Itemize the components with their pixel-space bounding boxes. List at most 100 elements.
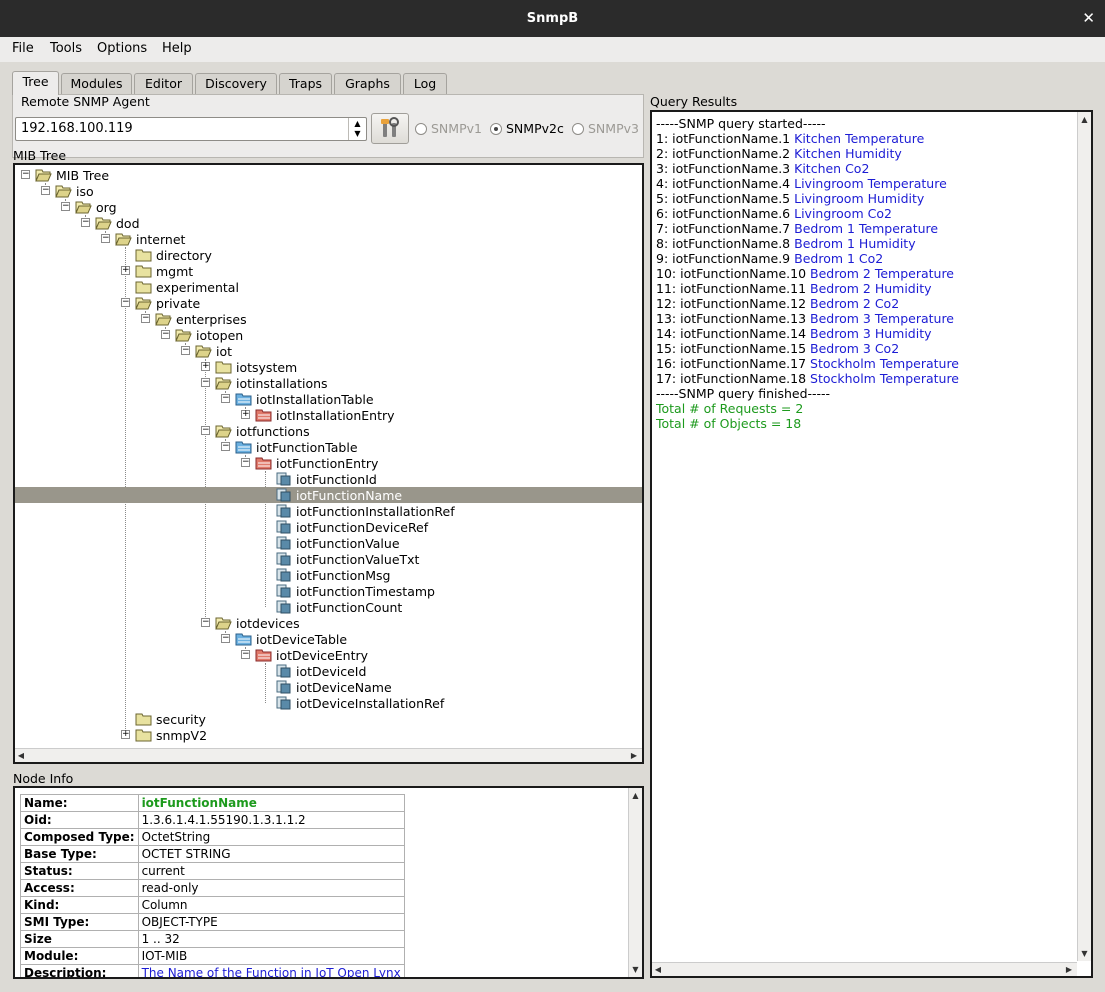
tree-node[interactable]: iotFunctionId [15,471,642,487]
collapse-icon[interactable]: − [201,618,210,627]
collapse-icon[interactable]: − [241,650,250,659]
tree-node[interactable]: iotFunctionName [15,487,642,503]
mib-tree-view[interactable]: − MIB Tree − iso − org − dod − internet directory +… [13,163,644,764]
results-hscrollbar[interactable]: ◀ ▶ [652,962,1077,976]
node-info-row: SMI Type: OBJECT-TYPE [20,913,405,931]
tree-node[interactable]: iotFunctionMsg [15,567,642,583]
tree-node[interactable]: − iot [15,343,642,359]
tree-node-label: private [156,296,201,311]
radio-snmpv2c[interactable]: SNMPv2c [490,121,564,136]
tree-node[interactable]: iotDeviceId [15,663,642,679]
tree-node[interactable]: security [15,711,642,727]
node-info-vscrollbar[interactable]: ▲ ▼ [628,788,642,977]
scroll-up-icon[interactable]: ▲ [1078,114,1091,126]
agent-address-combobox[interactable]: 192.168.100.119 ▲ ▼ [15,117,367,141]
folder-icon [135,711,152,726]
mib-tree-hscrollbar[interactable]: ◀ ▶ [15,748,642,762]
collapse-icon[interactable]: − [41,186,50,195]
node-info-row: Base Type: OCTET STRING [20,845,405,863]
tree-node[interactable]: iotFunctionInstallationRef [15,503,642,519]
folder-open-icon [35,167,52,182]
radio-snmpv1[interactable]: SNMPv1 [415,121,482,136]
tree-node[interactable]: experimental [15,279,642,295]
scroll-down-icon[interactable]: ▼ [629,964,642,976]
collapse-icon[interactable]: − [61,202,70,211]
tree-node[interactable]: − iotdevices [15,615,642,631]
tree-node[interactable]: directory [15,247,642,263]
tree-node[interactable]: − iso [15,183,642,199]
tree-node[interactable]: − iotfunctions [15,423,642,439]
tab-graphs[interactable]: Graphs [334,73,401,94]
scroll-left-icon[interactable]: ◀ [15,749,27,762]
result-oid: 17: iotFunctionName.18 [656,371,807,386]
menu-help[interactable]: Help [162,41,192,56]
query-results-panel[interactable]: -----SNMP query started----- 1: iotFunct… [650,110,1093,978]
expand-icon[interactable]: + [241,410,250,419]
tree-node[interactable]: − MIB Tree [15,167,642,183]
expand-icon[interactable]: + [201,362,210,371]
collapse-icon[interactable]: − [21,170,30,179]
tab-editor[interactable]: Editor [134,73,193,94]
collapse-icon[interactable]: − [221,394,230,403]
menu-file[interactable]: File [12,41,34,56]
tree-node[interactable]: − enterprises [15,311,642,327]
folder-icon [215,359,232,374]
collapse-icon[interactable]: − [141,314,150,323]
menu-tools[interactable]: Tools [50,41,82,56]
tab-tree[interactable]: Tree [12,71,59,95]
tree-node[interactable]: − dod [15,215,642,231]
folder-open-icon [135,295,152,310]
tree-node[interactable]: + snmpV2 [15,727,642,743]
tree-node[interactable]: iotFunctionTimestamp [15,583,642,599]
collapse-icon[interactable]: − [221,442,230,451]
tree-node[interactable]: iotFunctionDeviceRef [15,519,642,535]
collapse-icon[interactable]: − [161,330,170,339]
tree-node[interactable]: iotFunctionCount [15,599,642,615]
tree-node[interactable]: − iotFunctionEntry [15,455,642,471]
collapse-icon[interactable]: − [201,426,210,435]
scroll-up-icon[interactable]: ▲ [629,790,642,802]
menu-options[interactable]: Options [97,41,147,56]
expand-icon[interactable]: + [121,730,130,739]
results-vscrollbar[interactable]: ▲ ▼ [1077,112,1091,961]
collapse-icon[interactable]: − [81,218,90,227]
node-info-description-link[interactable]: The Name of the Function in IoT Open Lyn… [137,964,405,977]
collapse-icon[interactable]: − [181,346,190,355]
tree-node[interactable]: − internet [15,231,642,247]
tree-node[interactable]: − iotDeviceEntry [15,647,642,663]
tree-node[interactable]: + iotInstallationEntry [15,407,642,423]
tab-log[interactable]: Log [403,73,447,94]
close-icon[interactable]: ✕ [1082,0,1095,37]
spin-arrows-icon[interactable]: ▲ ▼ [348,118,366,140]
result-row: 6: iotFunctionName.6 Livingroom Co2 [656,206,892,221]
collapse-icon[interactable]: − [121,298,130,307]
scroll-right-icon[interactable]: ▶ [1063,963,1075,976]
tree-node[interactable]: iotFunctionValueTxt [15,551,642,567]
tab-discovery[interactable]: Discovery [195,73,277,94]
tree-node[interactable]: iotDeviceInstallationRef [15,695,642,711]
tab-modules[interactable]: Modules [61,73,132,94]
scroll-down-icon[interactable]: ▼ [1078,948,1091,960]
agent-profiles-button[interactable] [371,113,409,144]
collapse-icon[interactable]: − [101,234,110,243]
tree-node[interactable]: − org [15,199,642,215]
table-icon [235,439,252,454]
expand-icon[interactable]: + [121,266,130,275]
tree-node[interactable]: − iotinstallations [15,375,642,391]
tree-node[interactable]: − private [15,295,642,311]
tab-traps[interactable]: Traps [279,73,332,94]
radio-snmpv3[interactable]: SNMPv3 [572,121,639,136]
collapse-icon[interactable]: − [201,378,210,387]
scroll-right-icon[interactable]: ▶ [628,749,640,762]
tree-node[interactable]: − iotopen [15,327,642,343]
tree-node[interactable]: − iotDeviceTable [15,631,642,647]
tree-node[interactable]: + iotsystem [15,359,642,375]
tree-node[interactable]: − iotFunctionTable [15,439,642,455]
tree-node[interactable]: iotDeviceName [15,679,642,695]
collapse-icon[interactable]: − [221,634,230,643]
collapse-icon[interactable]: − [241,458,250,467]
tree-node[interactable]: + mgmt [15,263,642,279]
tree-node[interactable]: iotFunctionValue [15,535,642,551]
tree-node[interactable]: − iotInstallationTable [15,391,642,407]
scroll-left-icon[interactable]: ◀ [652,963,664,976]
